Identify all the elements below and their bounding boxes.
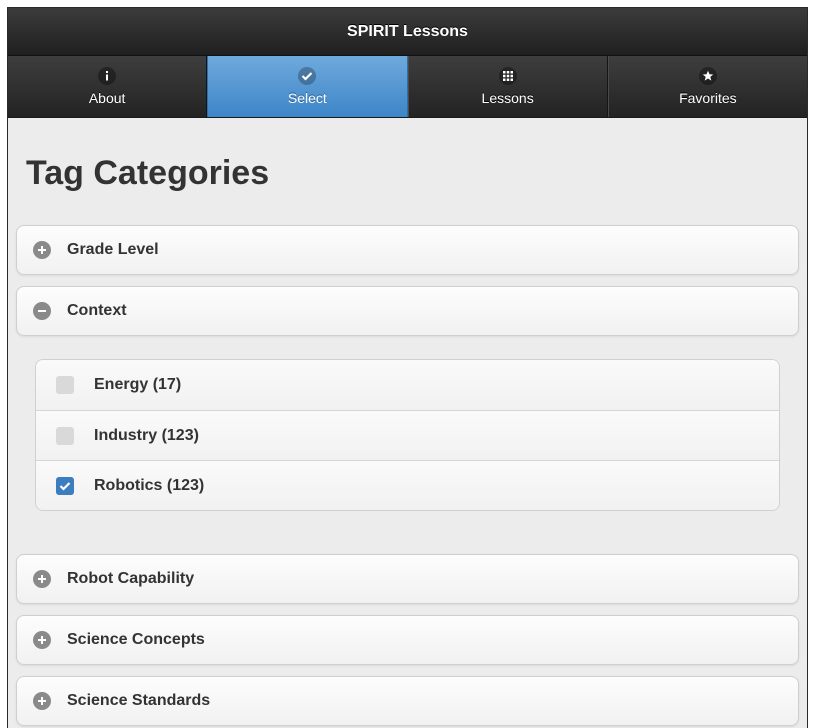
check-icon: [298, 67, 317, 85]
option-industry[interactable]: Industry (123): [36, 410, 779, 460]
tab-select-label: Select: [287, 90, 327, 106]
tab-favorites[interactable]: Favorites: [607, 56, 807, 117]
nav-bar: About Select Lessons Favorites: [8, 56, 807, 118]
category-science-concepts[interactable]: Science Concepts: [16, 615, 799, 665]
app-title: SPIRIT Lessons: [347, 23, 468, 40]
check-icon: [59, 481, 71, 491]
checkbox[interactable]: [56, 426, 74, 445]
info-icon: [98, 67, 117, 85]
page-title: Tag Categories: [26, 154, 270, 192]
option-label: Industry (123): [94, 426, 199, 444]
category-grade-level[interactable]: Grade Level: [16, 225, 799, 275]
option-label: Robotics (123): [94, 476, 205, 494]
tab-lessons-label: Lessons: [481, 90, 534, 106]
category-science-standards[interactable]: Science Standards: [16, 676, 799, 726]
category-label: Context: [67, 302, 127, 319]
minus-icon: [33, 302, 51, 320]
checkbox[interactable]: [56, 376, 74, 394]
tab-lessons[interactable]: Lessons: [407, 56, 608, 117]
tab-about-label: About: [88, 90, 126, 106]
app-header: SPIRIT Lessons: [8, 8, 807, 56]
tab-favorites-label: Favorites: [679, 90, 737, 106]
main-content: Tag Categories Grade Level Context Energ…: [8, 118, 807, 726]
tab-select[interactable]: Select: [207, 56, 408, 117]
category-context[interactable]: Context: [16, 286, 799, 336]
category-label: Grade Level: [67, 241, 159, 258]
category-label: Science Standards: [67, 692, 211, 709]
checkbox-checked[interactable]: [56, 476, 74, 495]
tab-about[interactable]: About: [8, 56, 208, 117]
app-window: SPIRIT Lessons About Select Lessons Favo…: [7, 7, 808, 728]
plus-icon: [33, 570, 51, 588]
plus-icon: [33, 631, 51, 649]
context-options-panel: Energy (17) Industry (123) Robotics (123…: [16, 336, 799, 554]
context-checkbox-group: Energy (17) Industry (123) Robotics (123…: [35, 359, 780, 511]
category-label: Science Concepts: [67, 631, 205, 648]
category-robot-capability[interactable]: Robot Capability: [16, 554, 799, 604]
category-label: Robot Capability: [67, 570, 195, 587]
option-energy[interactable]: Energy (17): [36, 360, 779, 410]
grid-icon: [498, 67, 517, 85]
option-label: Energy (17): [94, 376, 182, 393]
plus-icon: [33, 241, 51, 259]
star-icon: [698, 67, 717, 85]
option-robotics[interactable]: Robotics (123): [36, 460, 779, 510]
plus-icon: [33, 692, 51, 710]
